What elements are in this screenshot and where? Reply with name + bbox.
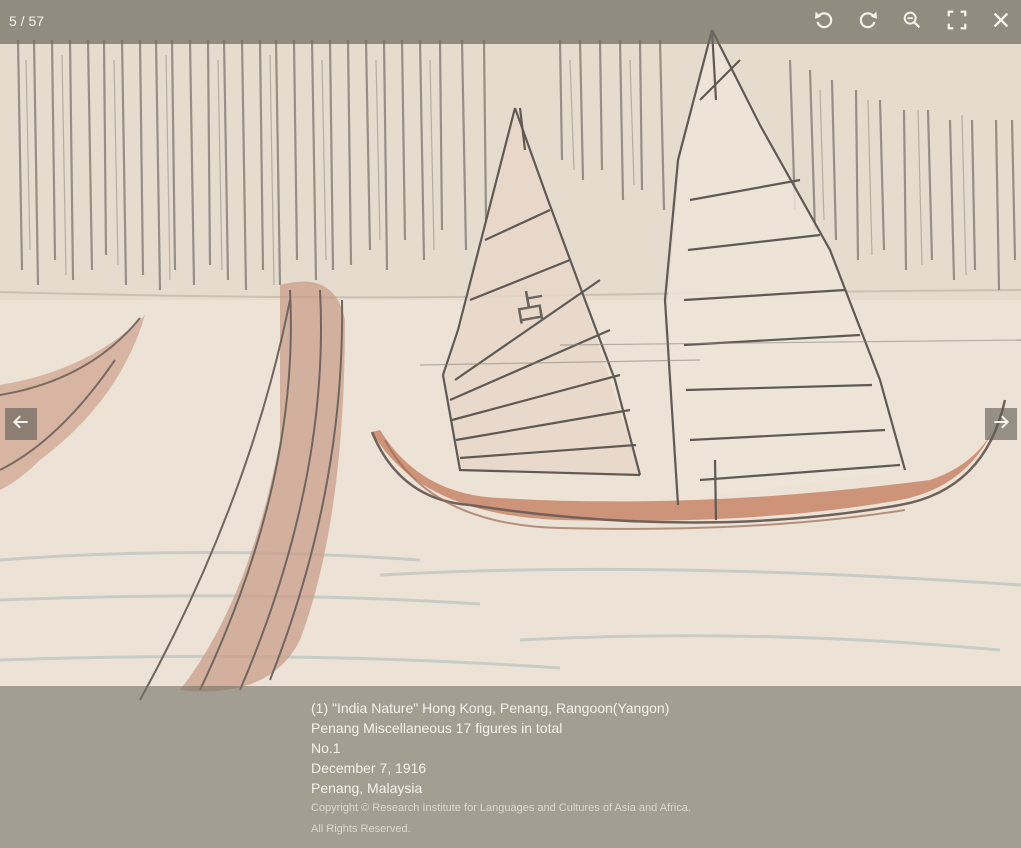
- sail-glyph: 占: [509, 286, 549, 331]
- rotate-right-icon: [857, 9, 879, 36]
- arrow-right-icon: [991, 412, 1011, 437]
- fullscreen-icon: [946, 9, 968, 36]
- caption-rights: All Rights Reserved.: [311, 823, 411, 835]
- zoom-out-button[interactable]: [898, 8, 926, 36]
- previous-image-button[interactable]: [5, 408, 37, 440]
- close-button[interactable]: [987, 8, 1015, 36]
- caption-title: (1) "India Nature" Hong Kong, Penang, Ra…: [311, 700, 670, 716]
- arrow-left-icon: [11, 412, 31, 437]
- fullscreen-button[interactable]: [943, 8, 971, 36]
- image-viewer: 占 5 / 57 (1) "India Nature" Hong Kong, P…: [0, 0, 1021, 848]
- caption-subtitle: Penang Miscellaneous 17 figures in total: [311, 720, 563, 736]
- caption-text: (1) "India Nature" Hong Kong, Penang, Ra…: [311, 698, 691, 840]
- rotate-left-button[interactable]: [810, 8, 838, 36]
- zoom-out-icon: [901, 9, 923, 36]
- close-icon: [990, 9, 1012, 36]
- viewer-toolbar: 5 / 57: [0, 0, 1021, 44]
- rotate-left-icon: [813, 9, 835, 36]
- next-image-button[interactable]: [985, 408, 1017, 440]
- caption-place: Penang, Malaysia: [311, 780, 423, 796]
- caption-date: December 7, 1916: [311, 760, 427, 776]
- caption-number: No.1: [311, 740, 341, 756]
- image-caption-panel: (1) "India Nature" Hong Kong, Penang, Ra…: [0, 686, 1021, 848]
- caption-copyright: Copyright © Research Institute for Langu…: [311, 802, 691, 814]
- rotate-right-button[interactable]: [854, 8, 882, 36]
- image-counter: 5 / 57: [9, 13, 45, 29]
